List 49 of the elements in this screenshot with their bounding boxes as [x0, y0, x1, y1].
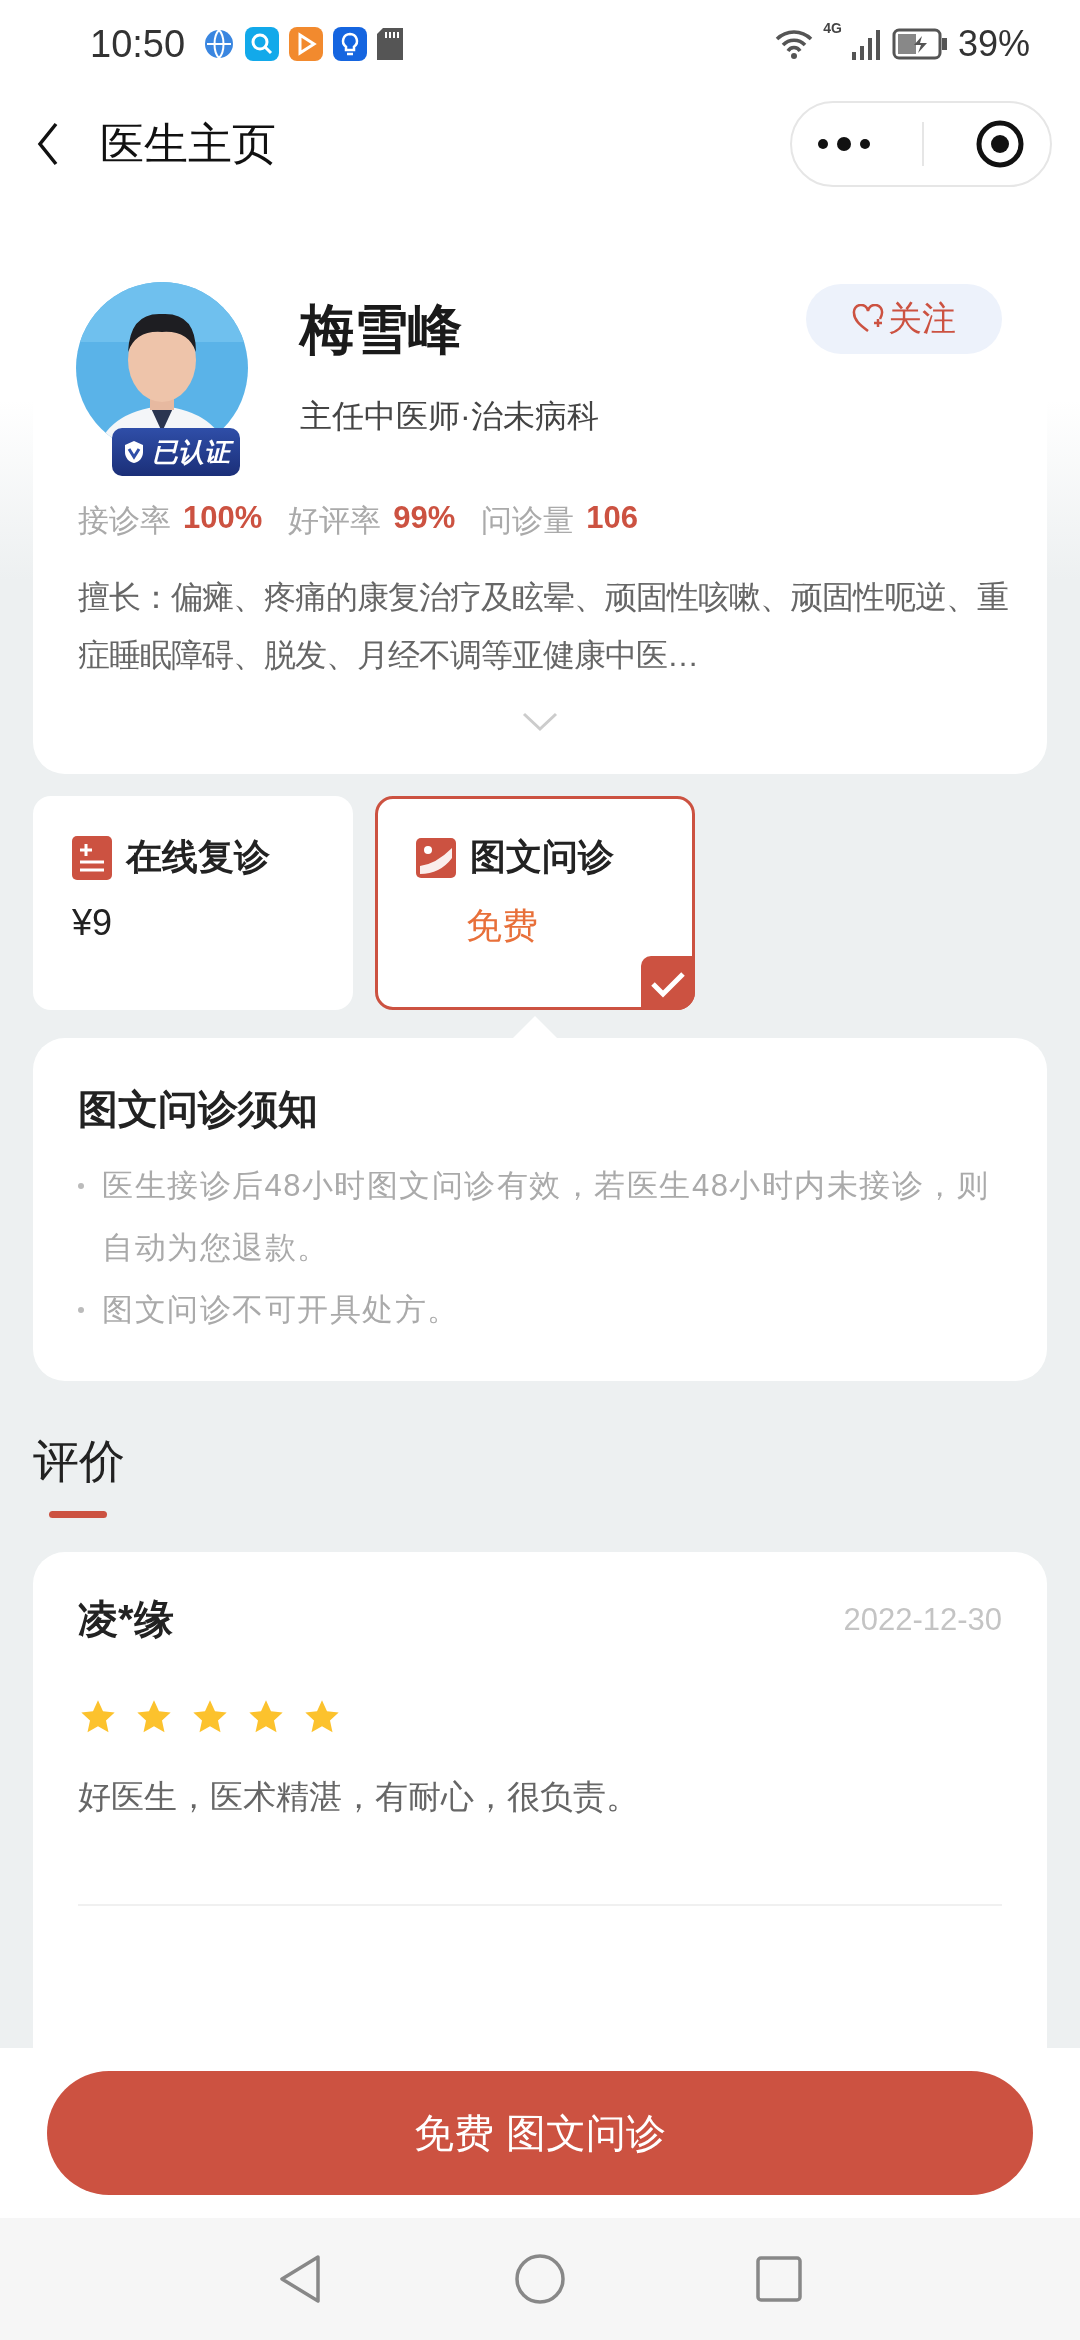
page-title: 医生主页 — [100, 117, 276, 170]
battery-level: 39% — [957, 23, 1030, 65]
notice-item: 图文问诊不可开具处方。 — [102, 1291, 460, 1329]
reviews-tab[interactable]: 评价 — [33, 1431, 1047, 1493]
image-icon — [416, 837, 456, 878]
heart-plus-icon — [852, 304, 884, 334]
play-icon — [289, 27, 324, 61]
notice-item: 医生接诊后48小时图文问诊有效，若医生48小时内未接诊，则自动为您退款。 — [102, 1167, 991, 1267]
service-card[interactable]: 在线复诊 ¥9 — [33, 796, 353, 1010]
list-icon — [72, 835, 112, 880]
battery-icon — [891, 28, 948, 60]
signal-icon — [851, 28, 882, 60]
stat-value: 99% — [393, 500, 456, 537]
stat-label: 好评率 — [288, 502, 382, 540]
review-text: 好医生，医术精湛，有耐心，很负责。 — [78, 1777, 640, 1817]
service-price: ¥9 — [72, 902, 114, 944]
service-name: 在线复诊 — [126, 835, 270, 879]
home-icon[interactable] — [514, 2253, 566, 2305]
sd-card-icon — [377, 28, 404, 60]
notice-title: 图文问诊须知 — [78, 1086, 319, 1133]
tab-indicator — [49, 1511, 107, 1518]
doctor-name: 梅雪峰 — [300, 298, 463, 361]
bullet-icon — [78, 1307, 84, 1313]
back-icon[interactable] — [36, 122, 60, 166]
follow-button[interactable]: 关注 — [806, 284, 1002, 354]
review-date: 2022-12-30 — [843, 1601, 1002, 1638]
specialty-text: 擅长：偏瘫、疼痛的康复治疗及眩晕、顽固性咳嗽、顽固性呃逆、重症睡眠障碍、脱发、月经不调等亚健康中医… — [78, 578, 1009, 675]
stat-value: 106 — [586, 500, 639, 537]
network-type: 4G — [823, 20, 842, 36]
reviewer-name: 凌*缘 — [78, 1596, 174, 1643]
consult-button[interactable]: 免费 图文问诊 — [47, 2071, 1033, 2195]
service-card[interactable]: 图文问诊 免费 — [375, 796, 695, 1010]
stat-label: 接诊率 — [78, 502, 171, 540]
more-icon[interactable] — [817, 137, 872, 151]
bulb-icon — [333, 27, 368, 61]
status-time: 10:50 — [90, 22, 186, 66]
service-price: 免费 — [466, 904, 539, 948]
check-icon — [641, 956, 695, 1010]
service-name: 图文问诊 — [470, 835, 614, 879]
wifi-icon — [775, 28, 814, 60]
doctor-title: 主任中医师·治未病科 — [300, 397, 600, 436]
stat-value: 100% — [183, 500, 263, 537]
recents-icon[interactable] — [756, 2256, 802, 2302]
globe-icon — [203, 28, 236, 60]
verified-badge: 已认证 — [112, 428, 240, 476]
close-icon[interactable] — [974, 119, 1025, 169]
stat-label: 问诊量 — [481, 502, 575, 540]
search-icon — [245, 27, 280, 61]
bullet-icon — [78, 1183, 84, 1189]
